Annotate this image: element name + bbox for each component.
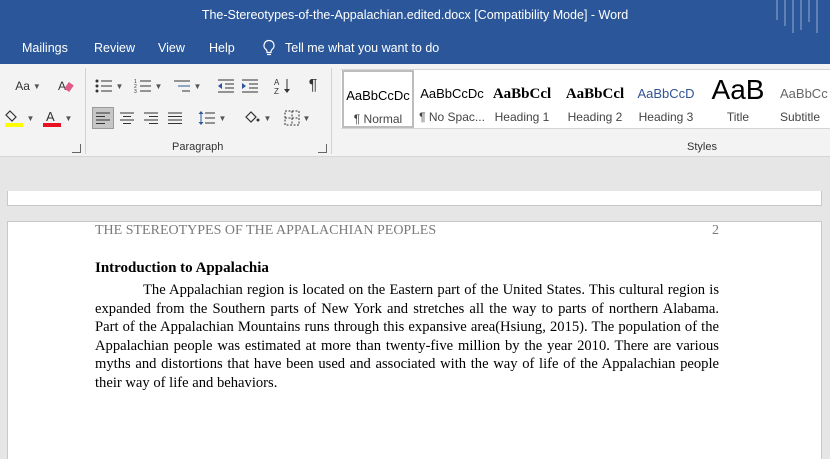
style-sample: AaBbCcDc xyxy=(346,88,410,103)
justify-button[interactable] xyxy=(164,107,186,129)
align-right-icon xyxy=(144,112,158,124)
bullet-list-icon xyxy=(95,79,112,93)
document-paragraph: The Appalachian region is located on the… xyxy=(95,282,719,391)
increase-indent-icon xyxy=(242,79,258,93)
document-area[interactable]: THE STEREOTYPES OF THE APPALACHIAN PEOPL… xyxy=(0,157,830,459)
tell-me-label: Tell me what you want to do xyxy=(285,40,440,55)
style-name: Subtitle xyxy=(780,110,821,124)
style-name: Heading 3 xyxy=(638,110,694,124)
font-dialog-launcher[interactable] xyxy=(72,144,81,153)
style-heading-2[interactable]: AaBbCcl Heading 2 xyxy=(559,70,631,128)
style-sample: AaBbCcl xyxy=(492,86,552,102)
style-no-spacing[interactable]: AaBbCcDc ¶ No Spac... xyxy=(416,70,488,128)
tell-me-search[interactable]: Tell me what you want to do xyxy=(262,39,439,56)
style-name: Heading 2 xyxy=(567,110,623,124)
svg-text:3: 3 xyxy=(134,89,137,94)
style-title[interactable]: AaB Title xyxy=(702,70,774,128)
style-sample: AaBbCc xyxy=(780,86,828,101)
style-heading-3[interactable]: AaBbCcD Heading 3 xyxy=(630,70,702,128)
style-name: Heading 1 xyxy=(494,110,550,124)
lightbulb-icon xyxy=(263,39,275,56)
align-left-icon xyxy=(96,112,110,124)
tab-view[interactable]: View xyxy=(158,41,185,55)
sort-button[interactable]: AZ xyxy=(272,76,294,96)
style-sample: AaB xyxy=(711,74,765,105)
line-spacing-button[interactable]: ▼ xyxy=(195,107,229,129)
style-normal[interactable]: AaBbCcDc ¶ Normal xyxy=(342,70,414,128)
style-name: ¶ No Spac... xyxy=(419,110,485,124)
previous-page xyxy=(7,191,822,206)
borders-icon xyxy=(284,110,300,126)
change-case-label: Aa xyxy=(15,79,30,93)
svg-text:A: A xyxy=(58,79,66,93)
text-highlight-color-button[interactable]: ▼ xyxy=(2,108,36,128)
styles-group-label: Styles xyxy=(687,141,717,153)
numbered-list-icon: 123 xyxy=(134,79,151,94)
change-case-button[interactable]: Aa ▼ xyxy=(10,77,46,95)
align-center-icon xyxy=(120,112,134,124)
style-sample: AaBbCcD xyxy=(637,86,695,101)
decrease-indent-button[interactable] xyxy=(215,76,237,96)
justify-icon xyxy=(168,112,182,124)
eraser-icon: A xyxy=(58,79,74,93)
font-color-button[interactable]: A ▼ xyxy=(40,108,74,128)
borders-button[interactable]: ▼ xyxy=(280,107,314,129)
svg-text:Z: Z xyxy=(274,87,279,95)
numbering-button[interactable]: 123 ▼ xyxy=(131,76,165,96)
multilevel-list-icon xyxy=(173,80,190,92)
style-subtitle[interactable]: AaBbCc Subtitle xyxy=(775,70,830,128)
style-name: ¶ Normal xyxy=(353,112,403,126)
align-right-button[interactable] xyxy=(140,107,162,129)
paint-bucket-icon xyxy=(244,111,260,123)
group-separator xyxy=(85,68,86,154)
group-separator xyxy=(331,68,332,154)
document-heading: Introduction to Appalachia xyxy=(95,260,269,276)
highlighter-icon xyxy=(4,110,23,127)
font-color-icon: A xyxy=(42,109,61,127)
paragraph-group-label: Paragraph xyxy=(172,141,224,153)
tab-mailings[interactable]: Mailings xyxy=(22,41,68,55)
align-left-button[interactable] xyxy=(92,107,114,129)
style-name: Title xyxy=(726,110,750,124)
svg-text:A: A xyxy=(274,78,280,87)
increase-indent-button[interactable] xyxy=(239,76,261,96)
bullets-button[interactable]: ▼ xyxy=(92,76,126,96)
svg-text:A: A xyxy=(46,109,55,124)
window-title: The-Stereotypes-of-the-Appalachian.edite… xyxy=(201,8,629,22)
running-head: THE STEREOTYPES OF THE APPALACHIAN PEOPL… xyxy=(95,223,437,238)
align-center-button[interactable] xyxy=(116,107,138,129)
style-sample: AaBbCcDc xyxy=(420,86,484,101)
clear-formatting-button[interactable]: A xyxy=(56,76,76,96)
style-heading-1[interactable]: AaBbCcl Heading 1 xyxy=(486,70,558,128)
tab-review[interactable]: Review xyxy=(94,41,135,55)
style-sample: AaBbCcl xyxy=(565,86,625,102)
paragraph-dialog-launcher[interactable] xyxy=(318,144,327,153)
pilcrow-icon: ¶ xyxy=(308,77,318,94)
line-spacing-icon xyxy=(198,111,215,125)
shading-button[interactable]: ▼ xyxy=(240,107,274,129)
ribbon-tab-bar: Mailings Review View Help Tell me what y… xyxy=(0,33,830,64)
title-bar-decoration xyxy=(770,0,830,33)
sort-icon: AZ xyxy=(274,78,290,95)
show-formatting-marks-button[interactable]: ¶ xyxy=(302,76,324,96)
multilevel-list-button[interactable]: ▼ xyxy=(170,76,204,96)
page-number: 2 xyxy=(712,223,719,238)
tab-help[interactable]: Help xyxy=(209,41,235,55)
styles-gallery: AaBbCcDc ¶ Normal AaBbCcDc ¶ No Spac... … xyxy=(341,69,830,129)
title-bar: The-Stereotypes-of-the-Appalachian.edite… xyxy=(0,0,830,33)
decrease-indent-icon xyxy=(218,79,234,93)
